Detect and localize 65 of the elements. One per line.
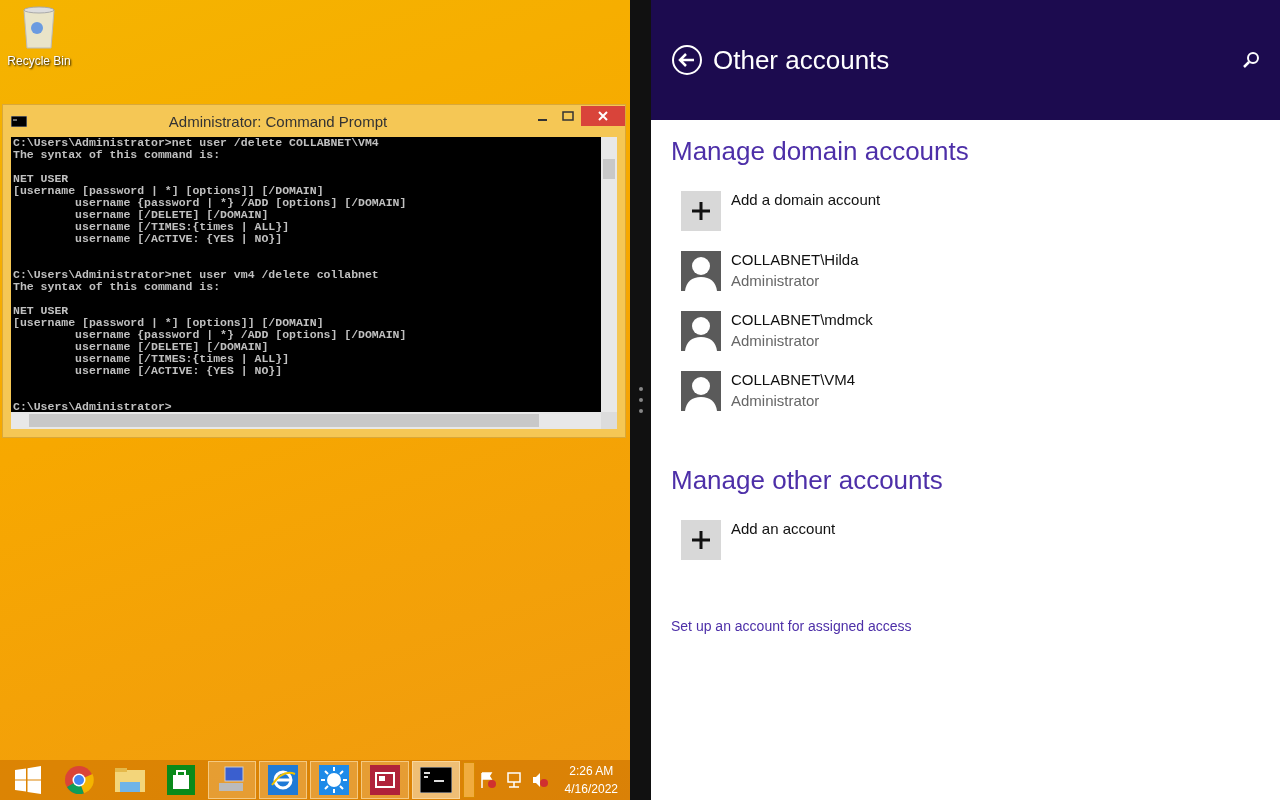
clock-date: 4/16/2022 — [564, 782, 618, 796]
console-line: C:\Users\Administrator>net user /delete COLLABNET\VM4 — [13, 137, 380, 149]
console-line: username [/DELETE] [/DOMAIN] — [74, 341, 270, 353]
sun-icon — [319, 765, 349, 795]
vertical-scrollbar[interactable] — [601, 137, 617, 412]
desktop-icon-label: Recycle Bin — [7, 54, 71, 68]
page-title: Other accounts — [713, 44, 891, 76]
account-role: Administrator — [731, 332, 821, 349]
console-line: The syntax of this command is: — [13, 281, 222, 293]
console-line: username [/ACTIVE: {YES | NO}] — [74, 233, 284, 245]
console-line: username [/TIMES:{times | ALL}] — [74, 353, 291, 365]
console-line: username {password | *} /ADD [options] [/DOMAIN] — [74, 197, 408, 209]
plus-tile-icon — [681, 191, 721, 231]
resize-grip[interactable] — [601, 412, 617, 429]
windows-logo-icon — [14, 766, 42, 794]
console-line: username [/DELETE] [/DOMAIN] — [74, 209, 270, 221]
console-line: C:\Users\Administrator> — [13, 401, 173, 412]
console-line: [username [password | *] [options]] [/DOMAIN] — [13, 185, 325, 197]
console-line: C:\Users\Administrator>net user vm4 /delete collabnet — [13, 269, 380, 281]
search-icon[interactable] — [1242, 51, 1260, 69]
account-name: COLLABNET\VM4 — [731, 371, 856, 388]
taskbar-button[interactable] — [412, 761, 460, 799]
newspaper-icon — [370, 765, 400, 795]
account-role: Administrator — [731, 392, 821, 409]
speaker-muted-icon[interactable] — [530, 771, 549, 789]
account-name: Add an account — [731, 520, 836, 537]
console-line: [username [password | *] [options]] [/DOMAIN] — [13, 317, 325, 329]
maximize-icon — [562, 111, 574, 121]
shopping-bag-icon — [167, 765, 195, 795]
network-icon[interactable] — [504, 771, 523, 789]
scroll-thumb[interactable] — [29, 414, 539, 427]
account-item[interactable]: COLLABNET\Hilda Administrator — [671, 251, 1260, 291]
close-icon — [598, 111, 608, 121]
section-heading: Manage other accounts — [671, 465, 944, 496]
console-line: username [/ACTIVE: {YES | NO}] — [74, 365, 284, 377]
account-role: Administrator — [731, 272, 821, 289]
scroll-thumb[interactable] — [603, 159, 615, 179]
console-line: NET USER — [13, 173, 70, 185]
add-account-item[interactable]: Add a domain account — [671, 191, 1260, 231]
horizontal-scrollbar[interactable] — [11, 412, 601, 429]
plus-tile-icon — [681, 520, 721, 560]
account-name: COLLABNET\mdmck — [731, 311, 873, 328]
recycle-bin-icon[interactable] — [21, 6, 57, 50]
account-item[interactable]: COLLABNET\mdmck Administrator — [671, 311, 1260, 351]
add-account-item[interactable]: Add an account — [671, 520, 1260, 560]
console-line: username {password | *} /ADD [options] [/DOMAIN] — [74, 329, 408, 341]
minimize-icon — [537, 119, 547, 121]
close-button[interactable] — [581, 106, 625, 126]
terminal-icon — [11, 115, 27, 127]
chrome-ball-icon — [64, 765, 94, 795]
clock-time: 2:26 AM — [569, 764, 614, 778]
console-line: NET USER — [13, 305, 70, 317]
flag-icon[interactable] — [478, 771, 497, 789]
window-title: Administrator: Command Prompt — [167, 112, 389, 130]
assigned-access-link[interactable]: Set up an account for assigned access — [671, 618, 912, 634]
console-line: The syntax of this command is: — [13, 149, 222, 161]
console-line: username [/TIMES:{times | ALL}] — [74, 221, 291, 233]
account-item[interactable]: COLLABNET\VM4 Administrator — [671, 371, 1260, 411]
account-name: COLLABNET\Hilda — [731, 251, 859, 268]
account-name: Add a domain account — [731, 191, 881, 208]
taskbar-button[interactable] — [361, 761, 409, 799]
section-heading: Manage domain accounts — [671, 136, 970, 167]
folder-icon — [114, 766, 146, 794]
browser-e-icon — [268, 765, 298, 795]
terminal-icon — [420, 767, 452, 793]
